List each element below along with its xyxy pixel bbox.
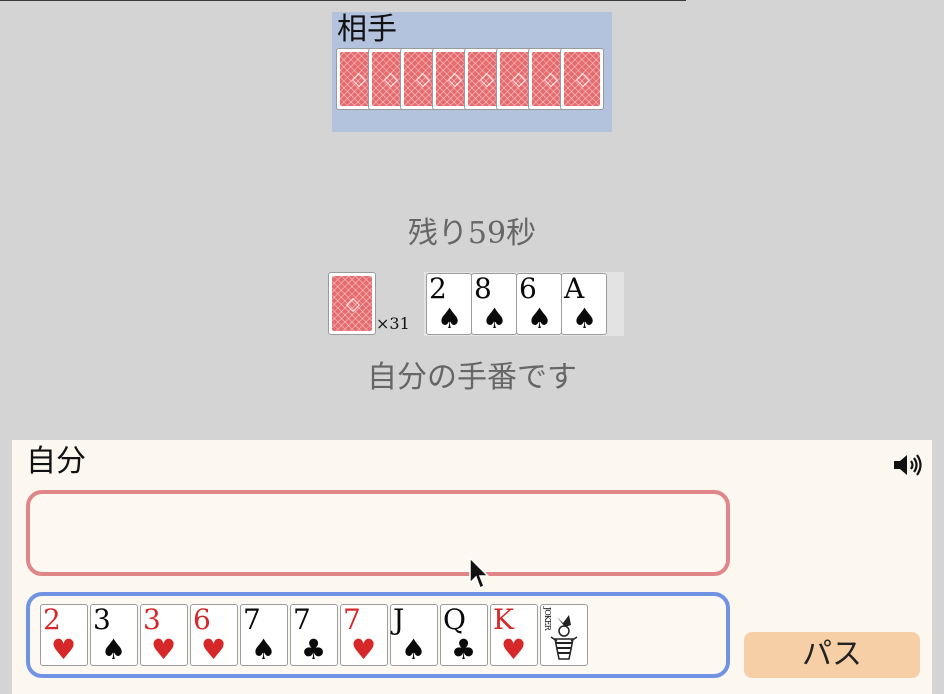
opponent-card-back	[560, 48, 604, 110]
card-rank: 3	[93, 603, 111, 636]
deck-card-back	[328, 272, 376, 335]
hand-card[interactable]: 7 ♠	[240, 603, 288, 666]
speaker-icon[interactable]	[892, 452, 924, 478]
card-suit-icon: ♥	[201, 633, 227, 666]
player-hand-zone: 2 ♥ 3 ♠ 3 ♥ 6 ♥ 7 ♠ 7 ♣ 7 ♥ J ♠ Q ♣ K ♥ JOKER	[26, 592, 730, 678]
deck-count: ×31	[376, 314, 410, 333]
card-suit-icon: ♣	[301, 633, 327, 666]
hand-card[interactable]: 6 ♥	[190, 603, 238, 666]
card-rank: 7	[343, 603, 361, 636]
card-rank: 7	[293, 603, 311, 636]
card-suit-icon: ♥	[501, 633, 527, 666]
card-suit-icon: ♠	[101, 633, 127, 666]
field-card: 8 ♠	[471, 272, 517, 335]
card-rank: K	[493, 603, 514, 636]
card-rank: J	[393, 603, 405, 636]
card-rank: A	[564, 272, 585, 305]
card-suit-icon: ♣	[451, 633, 477, 666]
hand-card[interactable]: 7 ♣	[290, 603, 338, 666]
pass-button[interactable]: パス	[744, 632, 920, 678]
hand-card[interactable]: 7 ♥	[340, 603, 388, 666]
field-card: 6 ♠	[516, 272, 562, 335]
card-rank: 2	[43, 603, 61, 636]
card-suit-icon: ♠	[251, 633, 277, 666]
opponent-area: 相手	[332, 12, 612, 132]
player-title: 自分	[26, 444, 86, 479]
field-pile: 2 ♠ 8 ♠ 6 ♠ A ♠	[424, 272, 624, 336]
card-suit-icon: ♠	[401, 633, 427, 666]
card-rank: 6	[193, 603, 211, 636]
window-top-border	[0, 0, 686, 1]
hand-card-joker[interactable]: JOKER	[540, 604, 588, 666]
card-rank: 7	[243, 603, 261, 636]
opponent-title: 相手	[337, 12, 397, 47]
card-rank: Q	[443, 603, 466, 636]
draw-pile[interactable]	[328, 272, 376, 335]
timer-text: 残り59秒	[407, 216, 537, 251]
hand-card[interactable]: 3 ♥	[140, 603, 188, 666]
selected-cards-zone[interactable]	[26, 490, 730, 576]
turn-status: 自分の手番です	[367, 360, 577, 395]
card-suit-icon: ♥	[351, 633, 377, 666]
card-rank: 3	[143, 603, 161, 636]
card-suit-icon: ♠	[527, 302, 553, 335]
mouse-cursor-icon	[468, 556, 492, 596]
card-rank: 2	[429, 272, 447, 305]
card-suit-icon: ♥	[151, 633, 177, 666]
card-suit-icon: ♠	[482, 302, 508, 335]
hand-card[interactable]: J ♠	[390, 603, 438, 666]
field-card: A ♠	[561, 272, 607, 335]
card-suit-icon: ♠	[437, 302, 463, 335]
card-rank: 8	[474, 272, 492, 305]
card-suit-icon: ♠	[572, 302, 598, 335]
hand-card[interactable]: 2 ♥	[40, 603, 88, 666]
field-card: 2 ♠	[426, 272, 472, 335]
card-suit-icon: ♥	[51, 633, 77, 666]
hand-card[interactable]: Q ♣	[440, 603, 488, 666]
card-rank: 6	[519, 272, 537, 305]
hand-card[interactable]: K ♥	[490, 603, 538, 666]
hand-card[interactable]: 3 ♠	[90, 603, 138, 666]
